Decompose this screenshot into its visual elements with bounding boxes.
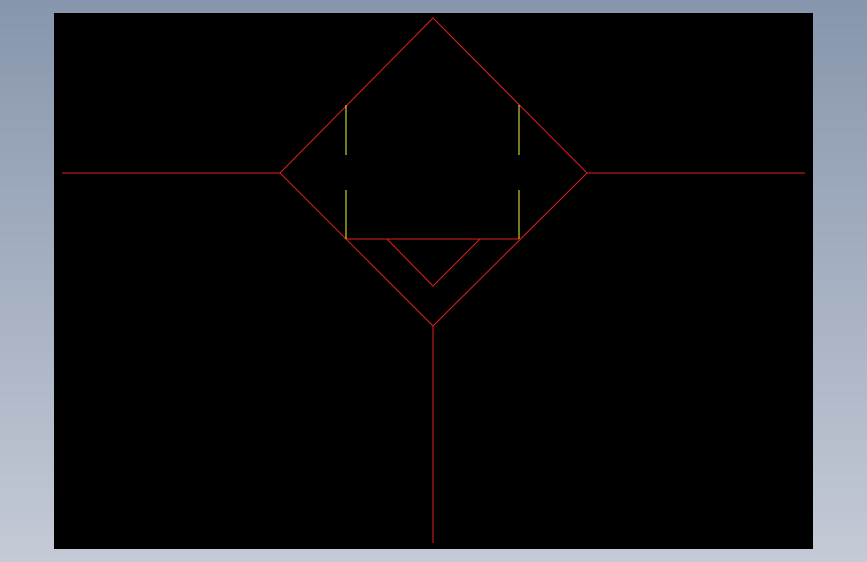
inner-v-shape bbox=[386, 238, 481, 287]
cad-viewport[interactable] bbox=[54, 13, 813, 549]
diamond-outline bbox=[279, 17, 588, 327]
cad-drawing bbox=[62, 17, 805, 543]
